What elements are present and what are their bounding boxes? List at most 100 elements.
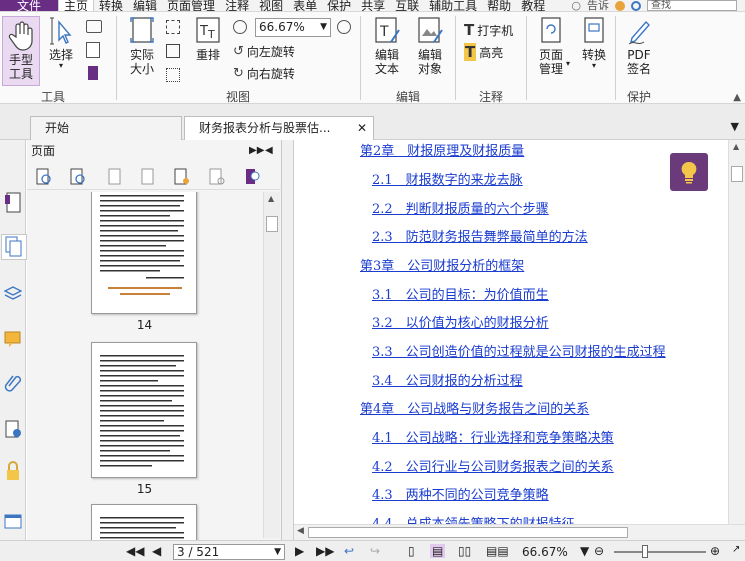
lock-icon[interactable] — [2, 458, 24, 484]
zoom-in-page-icon[interactable] — [69, 168, 87, 186]
zoom-in-icon[interactable]: ⊕ — [710, 544, 720, 558]
signature-panel-icon[interactable] — [2, 416, 24, 442]
reflow-button[interactable]: T T 重排 — [192, 16, 224, 62]
fit-visible-icon[interactable] — [166, 68, 180, 82]
toc-entry[interactable]: 4.4 总成本领先策略下的财报特征 — [372, 513, 575, 524]
menu-connect[interactable]: 互联 — [390, 0, 424, 11]
menu-form[interactable]: 表单 — [288, 0, 322, 11]
smart-tips-button[interactable] — [670, 153, 708, 191]
toc-entry[interactable]: 4.3 两种不同的公司竞争策略 — [372, 484, 549, 503]
bookmark-panel-icon[interactable] — [2, 190, 24, 216]
menu-file[interactable]: 文件 — [0, 0, 58, 11]
select-tool-button[interactable]: 选择 ▾ — [44, 16, 78, 70]
next-view-icon[interactable]: ↪ — [370, 544, 380, 558]
rotate-right-button[interactable]: ↻ 向右旋转 — [233, 65, 295, 82]
extract-page-icon[interactable] — [140, 168, 158, 186]
page-thumbnail[interactable] — [91, 342, 197, 478]
page-manage-button[interactable]: 页面 管理 ▾ — [532, 16, 570, 76]
toc-entry[interactable]: 2.3 防范财务报告舞弊最简单的方法 — [372, 226, 588, 245]
scroll-up-icon[interactable]: ▲ — [733, 142, 739, 151]
collapse-ribbon-icon[interactable]: ▲ — [733, 92, 741, 103]
edit-object-button[interactable]: 编辑 对象 — [410, 16, 450, 76]
panel-splitter[interactable] — [282, 140, 294, 540]
continuous-facing-icon[interactable]: ▤▤ — [486, 544, 509, 558]
zoom-out-icon[interactable]: ⊖ — [594, 544, 604, 558]
previous-view-icon[interactable]: ↩ — [344, 544, 354, 558]
expand-panel-icon[interactable]: ▶▶ — [249, 140, 264, 162]
scroll-up-icon[interactable]: ▲ — [268, 194, 274, 203]
fit-width-icon[interactable] — [166, 44, 180, 58]
menu-page-manage[interactable]: 页面管理 — [162, 0, 220, 11]
zoom-out-page-icon[interactable] — [35, 168, 53, 186]
snapshot-icon[interactable] — [86, 20, 102, 33]
tab-document[interactable]: 财务报表分析与股票估... ✕ — [184, 116, 374, 140]
status-zoom-value[interactable]: 66.67% — [522, 545, 568, 559]
continuous-page-icon[interactable]: ▤ — [430, 544, 446, 558]
toc-entry[interactable]: 2.1 财报数字的来龙去脉 — [372, 169, 523, 188]
next-page-icon[interactable]: ▶ — [295, 544, 304, 558]
zoom-dropdown-icon[interactable]: ▼ — [580, 544, 589, 558]
delete-page-icon[interactable] — [208, 168, 226, 186]
document-horizontal-scrollbar[interactable]: ◀ — [294, 524, 745, 540]
previous-page-icon[interactable]: ◀ — [152, 544, 161, 558]
user-icon[interactable] — [615, 0, 625, 11]
highlight-button[interactable]: T 高亮 — [464, 43, 503, 61]
rotate-left-button[interactable]: ↺ 向左旋转 — [233, 43, 295, 60]
insert-page-icon[interactable] — [107, 168, 125, 186]
attachment-icon[interactable] — [2, 370, 24, 396]
toc-entry[interactable]: 3.2 以价值为核心的财报分析 — [372, 312, 549, 331]
tell-me-label[interactable]: 告诉 — [587, 0, 609, 11]
menu-edit[interactable]: 编辑 — [128, 0, 162, 11]
page-thumbnail[interactable] — [91, 504, 197, 540]
single-page-icon[interactable]: ▯ — [408, 544, 415, 558]
page-number-input[interactable]: 3 / 521 ▼ — [173, 544, 285, 560]
toc-entry[interactable]: 第4章 公司战略与财务报告之间的关系 — [360, 398, 589, 417]
toc-entry[interactable]: 4.1 公司战略：行业选择和竞争策略决策 — [372, 427, 614, 446]
scrollbar-thumb[interactable] — [266, 216, 278, 232]
collapse-panel-icon[interactable]: ◀ — [265, 140, 273, 162]
clipboard-icon[interactable] — [86, 42, 100, 58]
layers-icon[interactable] — [2, 280, 24, 306]
facing-page-icon[interactable]: ▯▯ — [458, 544, 471, 558]
typewriter-button[interactable]: T 打字机 — [464, 21, 513, 39]
scroll-left-icon[interactable]: ◀ — [297, 526, 304, 536]
settings-icon[interactable] — [631, 0, 641, 11]
page-thumbnail[interactable] — [91, 192, 197, 314]
first-page-icon[interactable]: ◀◀ — [126, 544, 144, 558]
toc-entry[interactable]: 3.3 公司创造价值的过程就是公司财报的生成过程 — [372, 341, 666, 360]
zoom-slider-knob[interactable] — [642, 545, 648, 558]
bookmark-icon[interactable] — [88, 66, 98, 80]
tab-list-icon[interactable]: ▼ — [731, 120, 739, 133]
page-thumbnails-icon[interactable] — [1, 234, 27, 260]
convert-button[interactable]: 转换 ▾ — [577, 16, 611, 70]
menu-home[interactable]: 主页 — [58, 0, 95, 11]
menu-help[interactable]: 帮助 — [482, 0, 516, 11]
replace-page-icon[interactable] — [173, 168, 191, 186]
form-fields-icon[interactable] — [2, 508, 24, 534]
page-properties-icon[interactable] — [243, 168, 261, 186]
menu-protect[interactable]: 保护 — [322, 0, 356, 11]
menu-tutorial[interactable]: 教程 — [516, 0, 550, 11]
lightbulb-icon[interactable]: ○ — [571, 0, 581, 11]
panel-scrollbar[interactable]: ▲ — [263, 192, 280, 538]
edit-text-button[interactable]: T 编辑 文本 — [367, 16, 407, 76]
zoom-select[interactable]: 66.67% ▼ — [255, 18, 331, 37]
comments-panel-icon[interactable] — [2, 326, 24, 352]
pdf-sign-button[interactable]: PDF 签名 — [620, 16, 658, 76]
search-input[interactable]: 查找 — [647, 0, 737, 11]
menu-convert[interactable]: 转换 — [94, 0, 128, 11]
hand-tool-button[interactable]: 手型 工具 — [2, 16, 40, 86]
last-page-icon[interactable]: ▶▶ — [316, 544, 334, 558]
toc-entry[interactable]: 3.4 公司财报的分析过程 — [372, 370, 523, 389]
fullscreen-icon[interactable]: ↗ — [732, 544, 740, 555]
menu-comment[interactable]: 注释 — [220, 0, 254, 11]
toc-entry[interactable]: 2.2 判断财报质量的六个步骤 — [372, 198, 549, 217]
zoom-out-icon[interactable] — [233, 20, 247, 34]
tab-start[interactable]: 开始 — [30, 116, 182, 140]
fit-page-icon[interactable] — [166, 20, 180, 34]
scrollbar-thumb[interactable] — [731, 166, 743, 182]
zoom-in-icon[interactable] — [337, 20, 351, 34]
actual-size-button[interactable]: 实际 大小 — [124, 16, 160, 76]
menu-view[interactable]: 视图 — [254, 0, 288, 11]
menu-accessibility[interactable]: 辅助工具 — [424, 0, 482, 11]
